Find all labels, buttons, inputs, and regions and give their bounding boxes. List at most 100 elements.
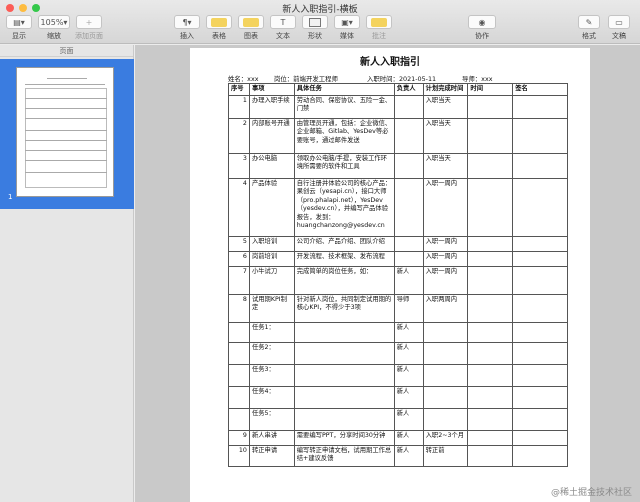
row-owner[interactable] bbox=[393, 177, 424, 237]
chart-button[interactable] bbox=[238, 15, 264, 29]
document-button[interactable]: ▭ bbox=[608, 15, 630, 29]
row-item[interactable]: 任务5： bbox=[248, 407, 295, 431]
row-task[interactable]: 需要编写PPT，分享时间30分钟 bbox=[293, 429, 395, 446]
comment-button[interactable] bbox=[366, 15, 392, 29]
row-plan[interactable]: 入职两周内 bbox=[422, 293, 469, 323]
row-plan[interactable] bbox=[422, 385, 469, 409]
row-number[interactable]: 3 bbox=[228, 152, 250, 179]
row-signature[interactable] bbox=[512, 235, 568, 252]
row-owner[interactable] bbox=[393, 152, 424, 179]
row-signature[interactable] bbox=[512, 407, 568, 431]
row-owner[interactable] bbox=[393, 250, 424, 267]
row-plan[interactable] bbox=[422, 341, 469, 365]
row-signature[interactable] bbox=[512, 152, 568, 179]
page-thumbnail[interactable] bbox=[16, 67, 114, 197]
row-task[interactable]: 完成简单的岗位任务，如： bbox=[293, 265, 395, 295]
row-signature[interactable] bbox=[512, 177, 568, 237]
row-task[interactable]: 开发流程、技术框架、发布流程 bbox=[293, 250, 395, 267]
row-plan[interactable]: 入职2~3个月 bbox=[422, 429, 469, 446]
row-number[interactable]: 5 bbox=[228, 235, 250, 252]
row-task[interactable] bbox=[293, 407, 395, 431]
row-time[interactable] bbox=[467, 235, 514, 252]
row-task[interactable]: 公司介绍、产品介绍、团队介绍 bbox=[293, 235, 395, 252]
row-owner[interactable]: 新人 bbox=[393, 407, 424, 431]
table-button[interactable] bbox=[206, 15, 232, 29]
row-number[interactable]: 1 bbox=[228, 94, 250, 119]
text-button[interactable]: T bbox=[270, 15, 296, 29]
row-item[interactable]: 内部账号开通 bbox=[248, 117, 295, 154]
row-number[interactable]: 10 bbox=[228, 444, 250, 467]
row-plan[interactable]: 入职当天 bbox=[422, 117, 469, 154]
row-plan[interactable]: 入职一周内 bbox=[422, 265, 469, 295]
collaborate-button[interactable]: ◉ bbox=[468, 15, 496, 29]
row-plan[interactable] bbox=[422, 407, 469, 431]
row-task[interactable]: 自行注册并体验公司的核心产品：果创云（yesapi.cn），接口大师（pro.p… bbox=[293, 177, 395, 237]
row-item[interactable]: 岗前培训 bbox=[248, 250, 295, 267]
row-time[interactable] bbox=[467, 444, 514, 467]
row-time[interactable] bbox=[467, 177, 514, 237]
row-task[interactable]: 针对新人岗位，共同制定试用期的核心KPI，不得少于3项 bbox=[293, 293, 395, 323]
shape-button[interactable] bbox=[302, 15, 328, 29]
row-number[interactable] bbox=[228, 407, 250, 431]
row-plan[interactable]: 转正前 bbox=[422, 444, 469, 467]
row-owner[interactable]: 新人 bbox=[393, 341, 424, 365]
row-item[interactable]: 任务1： bbox=[248, 321, 295, 343]
add-page-button[interactable]: + bbox=[76, 15, 102, 29]
row-item[interactable]: 产品体验 bbox=[248, 177, 295, 237]
row-owner[interactable]: 新人 bbox=[393, 321, 424, 343]
row-task[interactable]: 编写转正申请文档，试用期工作总结+建议反馈 bbox=[293, 444, 395, 467]
row-time[interactable] bbox=[467, 321, 514, 343]
view-button[interactable]: ▤▾ bbox=[6, 15, 32, 29]
row-task[interactable]: 领取办公电脑/手提，安装工作环境所需要的软件和工具 bbox=[293, 152, 395, 179]
row-item[interactable]: 办理入职手续 bbox=[248, 94, 295, 119]
row-plan[interactable] bbox=[422, 321, 469, 343]
row-number[interactable]: 8 bbox=[228, 293, 250, 323]
row-signature[interactable] bbox=[512, 265, 568, 295]
row-owner[interactable]: 导师 bbox=[393, 293, 424, 323]
row-item[interactable]: 办公电脑 bbox=[248, 152, 295, 179]
row-task[interactable] bbox=[293, 385, 395, 409]
row-owner[interactable]: 新人 bbox=[393, 444, 424, 467]
row-item[interactable]: 试用期KPI制定 bbox=[248, 293, 295, 323]
row-task[interactable]: 劳动合同、保密协议、五险一金、门禁 bbox=[293, 94, 395, 119]
row-signature[interactable] bbox=[512, 363, 568, 387]
row-plan[interactable]: 入职一周内 bbox=[422, 250, 469, 267]
row-signature[interactable] bbox=[512, 94, 568, 119]
row-time[interactable] bbox=[467, 152, 514, 179]
row-owner[interactable]: 新人 bbox=[393, 429, 424, 446]
media-button[interactable]: ▣▾ bbox=[334, 15, 360, 29]
row-plan[interactable]: 入职当天 bbox=[422, 152, 469, 179]
row-signature[interactable] bbox=[512, 385, 568, 409]
row-owner[interactable]: 新人 bbox=[393, 265, 424, 295]
row-time[interactable] bbox=[467, 385, 514, 409]
row-plan[interactable] bbox=[422, 363, 469, 387]
row-number[interactable]: 9 bbox=[228, 429, 250, 446]
row-plan[interactable]: 入职一周内 bbox=[422, 177, 469, 237]
row-item[interactable]: 新人串讲 bbox=[248, 429, 295, 446]
row-time[interactable] bbox=[467, 429, 514, 446]
row-item[interactable]: 任务3： bbox=[248, 363, 295, 387]
row-task[interactable] bbox=[293, 321, 395, 343]
row-signature[interactable] bbox=[512, 117, 568, 154]
row-item[interactable]: 入职培训 bbox=[248, 235, 295, 252]
row-time[interactable] bbox=[467, 117, 514, 154]
row-owner[interactable] bbox=[393, 94, 424, 119]
row-time[interactable] bbox=[467, 265, 514, 295]
row-time[interactable] bbox=[467, 363, 514, 387]
document-page[interactable]: 新人入职指引 姓名：xxx 岗位：前端开发工程师 入职时间：2021-05-11… bbox=[190, 48, 590, 502]
row-signature[interactable] bbox=[512, 444, 568, 467]
row-item[interactable]: 任务4： bbox=[248, 385, 295, 409]
row-signature[interactable] bbox=[512, 293, 568, 323]
row-number[interactable]: 2 bbox=[228, 117, 250, 154]
row-task[interactable] bbox=[293, 363, 395, 387]
row-number[interactable] bbox=[228, 341, 250, 365]
row-number[interactable] bbox=[228, 363, 250, 387]
row-item[interactable]: 小牛试刀 bbox=[248, 265, 295, 295]
row-signature[interactable] bbox=[512, 321, 568, 343]
row-task[interactable] bbox=[293, 341, 395, 365]
row-time[interactable] bbox=[467, 250, 514, 267]
row-signature[interactable] bbox=[512, 429, 568, 446]
format-button[interactable]: ✎ bbox=[578, 15, 600, 29]
zoom-select[interactable]: 105% ▾ bbox=[38, 15, 70, 29]
row-signature[interactable] bbox=[512, 250, 568, 267]
